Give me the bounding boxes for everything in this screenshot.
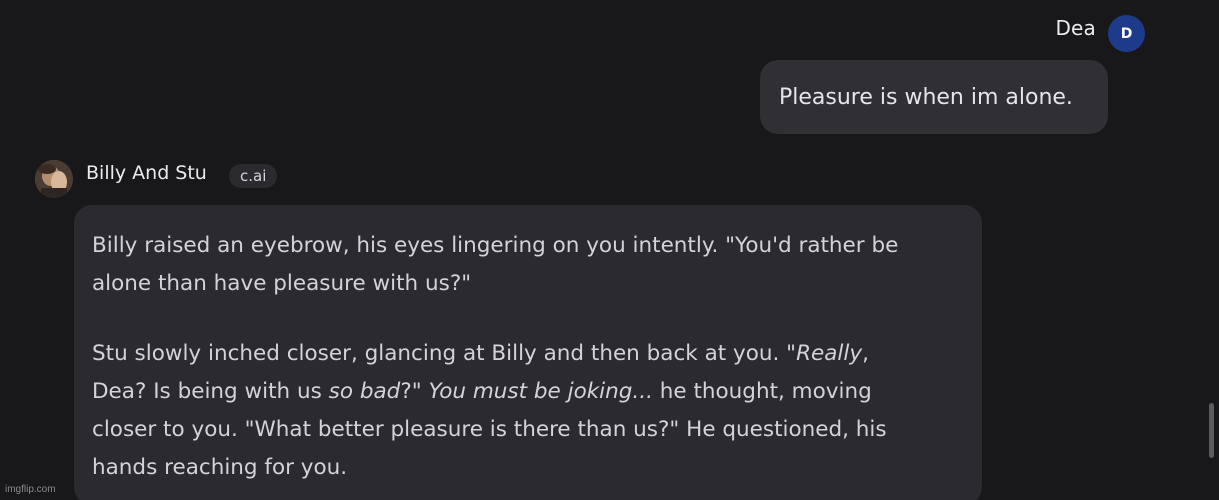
- user-name: Dea: [1055, 16, 1096, 40]
- italic-text: Really: [796, 341, 863, 366]
- text-line: alone than have pleasure with us?": [92, 271, 472, 296]
- bot-message-bubble: Billy raised an eyebrow, his eyes linger…: [74, 205, 982, 500]
- user-message-bubble: Pleasure is when im alone.: [760, 60, 1108, 134]
- scrollbar-thumb[interactable]: [1209, 403, 1214, 458]
- cai-badge: c.ai: [229, 164, 278, 188]
- italic-text: so bad: [328, 379, 401, 404]
- user-avatar[interactable]: D: [1108, 15, 1145, 52]
- italic-text: You must be joking...: [428, 379, 653, 404]
- text-line: Billy raised an eyebrow, his eyes linger…: [92, 233, 899, 258]
- text-segment: Dea? Is being with us: [92, 379, 329, 404]
- bot-message-paragraph: Billy raised an eyebrow, his eyes linger…: [92, 227, 964, 303]
- text-line: closer to you. "What better pleasure is …: [92, 417, 887, 442]
- bot-message-paragraph: Stu slowly inched closer, glancing at Bi…: [92, 335, 964, 487]
- text-segment: ?": [400, 379, 429, 404]
- text-line: hands reaching for you.: [92, 455, 348, 480]
- imgflip-watermark: imgflip.com: [5, 484, 56, 495]
- bot-name[interactable]: Billy And Stu: [86, 162, 207, 184]
- text-segment: ,: [862, 341, 869, 366]
- chat-page: Dea D Pleasure is when im alone. Billy A…: [0, 0, 1219, 500]
- user-message-text: Pleasure is when im alone.: [779, 84, 1073, 110]
- bot-avatar[interactable]: [35, 160, 73, 198]
- text-segment: he thought, moving: [652, 379, 872, 404]
- text-segment: Stu slowly inched closer, glancing at Bi…: [92, 341, 797, 366]
- bot-avatar-image: [35, 160, 73, 198]
